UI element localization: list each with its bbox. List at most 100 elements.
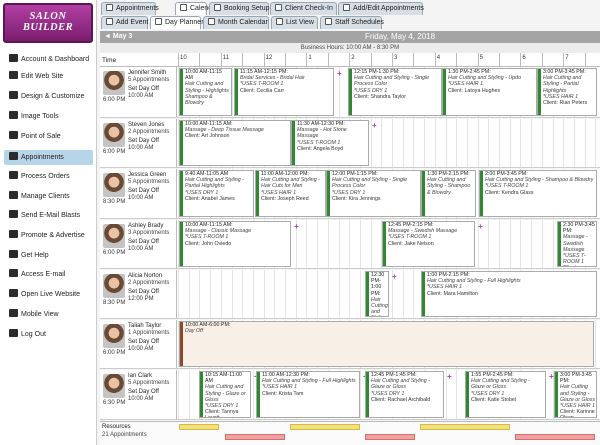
sidebar-item-access-e-mail[interactable]: Access E-mail: [4, 267, 93, 282]
users-icon: [9, 191, 18, 199]
add-appointment-icon[interactable]: +: [294, 223, 299, 231]
time-gridline: [178, 53, 179, 67]
time-gridline: [285, 53, 286, 67]
appointment-block[interactable]: 12:15 PM-1:30 PM: Hair Cutting and Stylin…: [348, 68, 442, 116]
slot-gridline: [584, 119, 586, 167]
set-day-off-link[interactable]: Set Day Off: [128, 239, 159, 245]
appointment-time: 10:15 AM-11:00 AM: [205, 372, 243, 385]
slot-gridline: [552, 119, 554, 167]
appointment-block[interactable]: 2:30 PM-3:45 PM: Massage - Swedish Massag…: [557, 221, 597, 267]
add-appointment-icon[interactable]: +: [372, 122, 377, 130]
appointment-block[interactable]: 10:15 AM-11:00 AM Hair Cutting and Stylin…: [199, 371, 251, 418]
appointment-block[interactable]: 12:45 PM-2:15 PM: Massage - Swedish Massa…: [382, 221, 475, 267]
sidebar-item-label: Send E-Mail Blasts: [21, 212, 81, 219]
appointment-block[interactable]: 11:00 AM-12:30 PM: Hair Cutting and Styli…: [256, 371, 360, 418]
resource-booking-bar[interactable]: [225, 434, 285, 440]
sidebar-item-design-customize[interactable]: Design & Customize: [4, 89, 93, 104]
time-tick-label: 10: [180, 55, 187, 61]
tab-label: Booking Setup: [224, 5, 270, 12]
set-day-off-link[interactable]: Set Day Off: [128, 188, 159, 194]
appointment-block[interactable]: 10:00 AM-11:15 AM Hair Cutting and Stylin…: [179, 68, 232, 116]
sidebar-item-edit-web-site[interactable]: Edit Web Site: [4, 69, 93, 84]
appointment-count: 1 Appointments: [128, 330, 170, 336]
appointment-block[interactable]: 3:00 PM-3:45 PM: Hair Cutting and Styling…: [554, 371, 597, 418]
add-appointment-icon[interactable]: +: [447, 373, 452, 381]
staff-name: Jennifer Smith: [128, 70, 167, 76]
set-day-off-link[interactable]: Set Day Off: [128, 138, 159, 144]
set-day-off-link[interactable]: Set Day Off: [128, 289, 159, 295]
appointment-block[interactable]: 10:00 AM-11:15 AM: Massage - Classic Mass…: [179, 221, 291, 267]
appointment-block[interactable]: 1:00 PM-2:15 PM: Hair Cutting and Styling…: [421, 271, 597, 317]
sidebar-item-promote-advertise[interactable]: Promote & Advertise: [4, 228, 93, 243]
tab-add-event[interactable]: Add Event: [101, 16, 148, 29]
set-day-off-link[interactable]: Set Day Off: [128, 339, 159, 345]
tab-day-planner[interactable]: Day Planner: [150, 16, 204, 29]
time-gridline: [434, 53, 436, 67]
tab-appointments[interactable]: Appointments: [101, 2, 159, 15]
appointment-block[interactable]: 1:30 PM-2:45 PM: Hair Cutting and Styling…: [442, 68, 537, 116]
sidebar-item-label: Manage Clients: [21, 193, 70, 200]
sidebar-item-process-orders[interactable]: Process Orders: [4, 169, 93, 184]
appointment-count: 2 Appointments: [128, 280, 170, 286]
salon-builder-logo[interactable]: SALON BUILDER: [3, 3, 93, 43]
appointment-block[interactable]: 11:15 AM-12:15 PM: Bridal Services - Brid…: [234, 68, 334, 116]
appointment-block[interactable]: 10:00 AM-6:00 PM: Day Off: [179, 321, 594, 367]
avatar: [103, 374, 125, 398]
appointment-block[interactable]: 12:30 PM-1:00 PM:Hair Cutting and Stylin…: [365, 271, 389, 317]
avatar: [103, 71, 125, 95]
sidebar-item-image-tools[interactable]: Image Tools: [4, 109, 93, 124]
appointment-block[interactable]: 2:00 PM-3:45 PM: Hair Cutting and Styling…: [479, 170, 597, 217]
set-day-off-link[interactable]: Set Day Off: [128, 389, 159, 395]
tab-staff-schedules[interactable]: Staff Schedules: [320, 16, 384, 29]
sidebar-item-log-out[interactable]: Log Out: [4, 327, 93, 342]
slot-gridline: [541, 220, 543, 268]
resource-booking-bar[interactable]: [515, 434, 595, 440]
sidebar-item-send-e-mail-blasts[interactable]: Send E-Mail Blasts: [4, 208, 93, 223]
appointment-block[interactable]: 12:45 PM-1:45 PM: Hair Cutting and Stylin…: [365, 371, 444, 418]
tab-month-calendar[interactable]: Month Calendar: [203, 16, 269, 29]
sidebar-item-open-live-website[interactable]: Open Live Website: [4, 287, 93, 302]
appointment-block[interactable]: 1:30 PM-2:15 PM: Hair Cutting and Styling…: [421, 170, 476, 217]
tab-add-edit-appointments[interactable]: Add/Edit Appointments: [338, 2, 424, 15]
tab-list-view[interactable]: List View: [271, 16, 318, 29]
set-day-off-link[interactable]: Set Day Off: [128, 86, 159, 92]
appointment-block[interactable]: 11:30 AM-12:30 PM: Massage - Hot Stone Ma…: [291, 120, 369, 166]
add-appointment-icon[interactable]: +: [478, 223, 483, 231]
add-appointment-icon[interactable]: +: [337, 70, 342, 78]
slot-gridline: [456, 370, 458, 419]
time-header: Time 10 11 12 1 2 3 4 5 6 7: [100, 53, 600, 67]
tab-label: Day Planner: [165, 19, 204, 26]
appointment-block[interactable]: 12:00 PM-1:15 PM: Hair Cutting and Stylin…: [326, 170, 421, 217]
tab-booking-setup[interactable]: Booking Setup: [209, 2, 270, 15]
appointment-client: Client: Angela Boyd: [297, 145, 344, 152]
slot-gridline: [327, 270, 329, 318]
sidebar-item-appointments[interactable]: Appointments: [4, 150, 93, 165]
slot-gridline: [402, 119, 404, 167]
resource-booking-bar[interactable]: [420, 424, 510, 430]
tab-calendar[interactable]: Calendar: [175, 2, 218, 15]
globe-icon: [9, 289, 18, 297]
sidebar-item-manage-clients[interactable]: Manage Clients: [4, 189, 93, 204]
previous-day-link[interactable]: ◄ May 3: [104, 31, 132, 43]
appointment-block[interactable]: 11:00 AM-12:00 PM: Hair Cutting and Styli…: [255, 170, 326, 217]
resource-booking-bar[interactable]: [365, 434, 415, 440]
tab-client-check-in[interactable]: Client Check-In: [270, 2, 337, 15]
resources-row[interactable]: Resources 21 Appointments: [100, 421, 600, 445]
appointment-block[interactable]: 9:40 AM-11:05 AM Hair Cutting and Styling…: [179, 170, 254, 217]
sidebar-item-point-of-sale[interactable]: Point of Sale: [4, 129, 93, 144]
slot-gridline: [541, 119, 543, 167]
appointment-block[interactable]: 10:00 AM-11:15 AM: Massage - Deep Tissue …: [179, 120, 291, 166]
appointment-client: Client: John Oviedo: [185, 240, 232, 247]
resource-booking-bar[interactable]: [290, 424, 360, 430]
sidebar-item-get-help[interactable]: Get Help: [4, 248, 93, 263]
time-gridline: [199, 53, 201, 67]
sidebar-item-account-dashboard[interactable]: Account & Dashboard: [4, 52, 93, 67]
slot-gridline: [563, 119, 565, 167]
resource-booking-bar[interactable]: [179, 424, 219, 430]
cart-icon: [9, 171, 18, 179]
add-appointment-icon[interactable]: +: [549, 373, 554, 381]
appointment-block[interactable]: 1:55 PM-2:45 PM: Hair Cutting and Styling…: [465, 371, 546, 418]
appointment-block[interactable]: 3:00 PM-3:45 PM: Hair Cutting and Styling…: [537, 68, 597, 116]
sidebar-item-mobile-view[interactable]: Mobile View: [4, 307, 93, 322]
add-appointment-icon[interactable]: +: [392, 273, 397, 281]
